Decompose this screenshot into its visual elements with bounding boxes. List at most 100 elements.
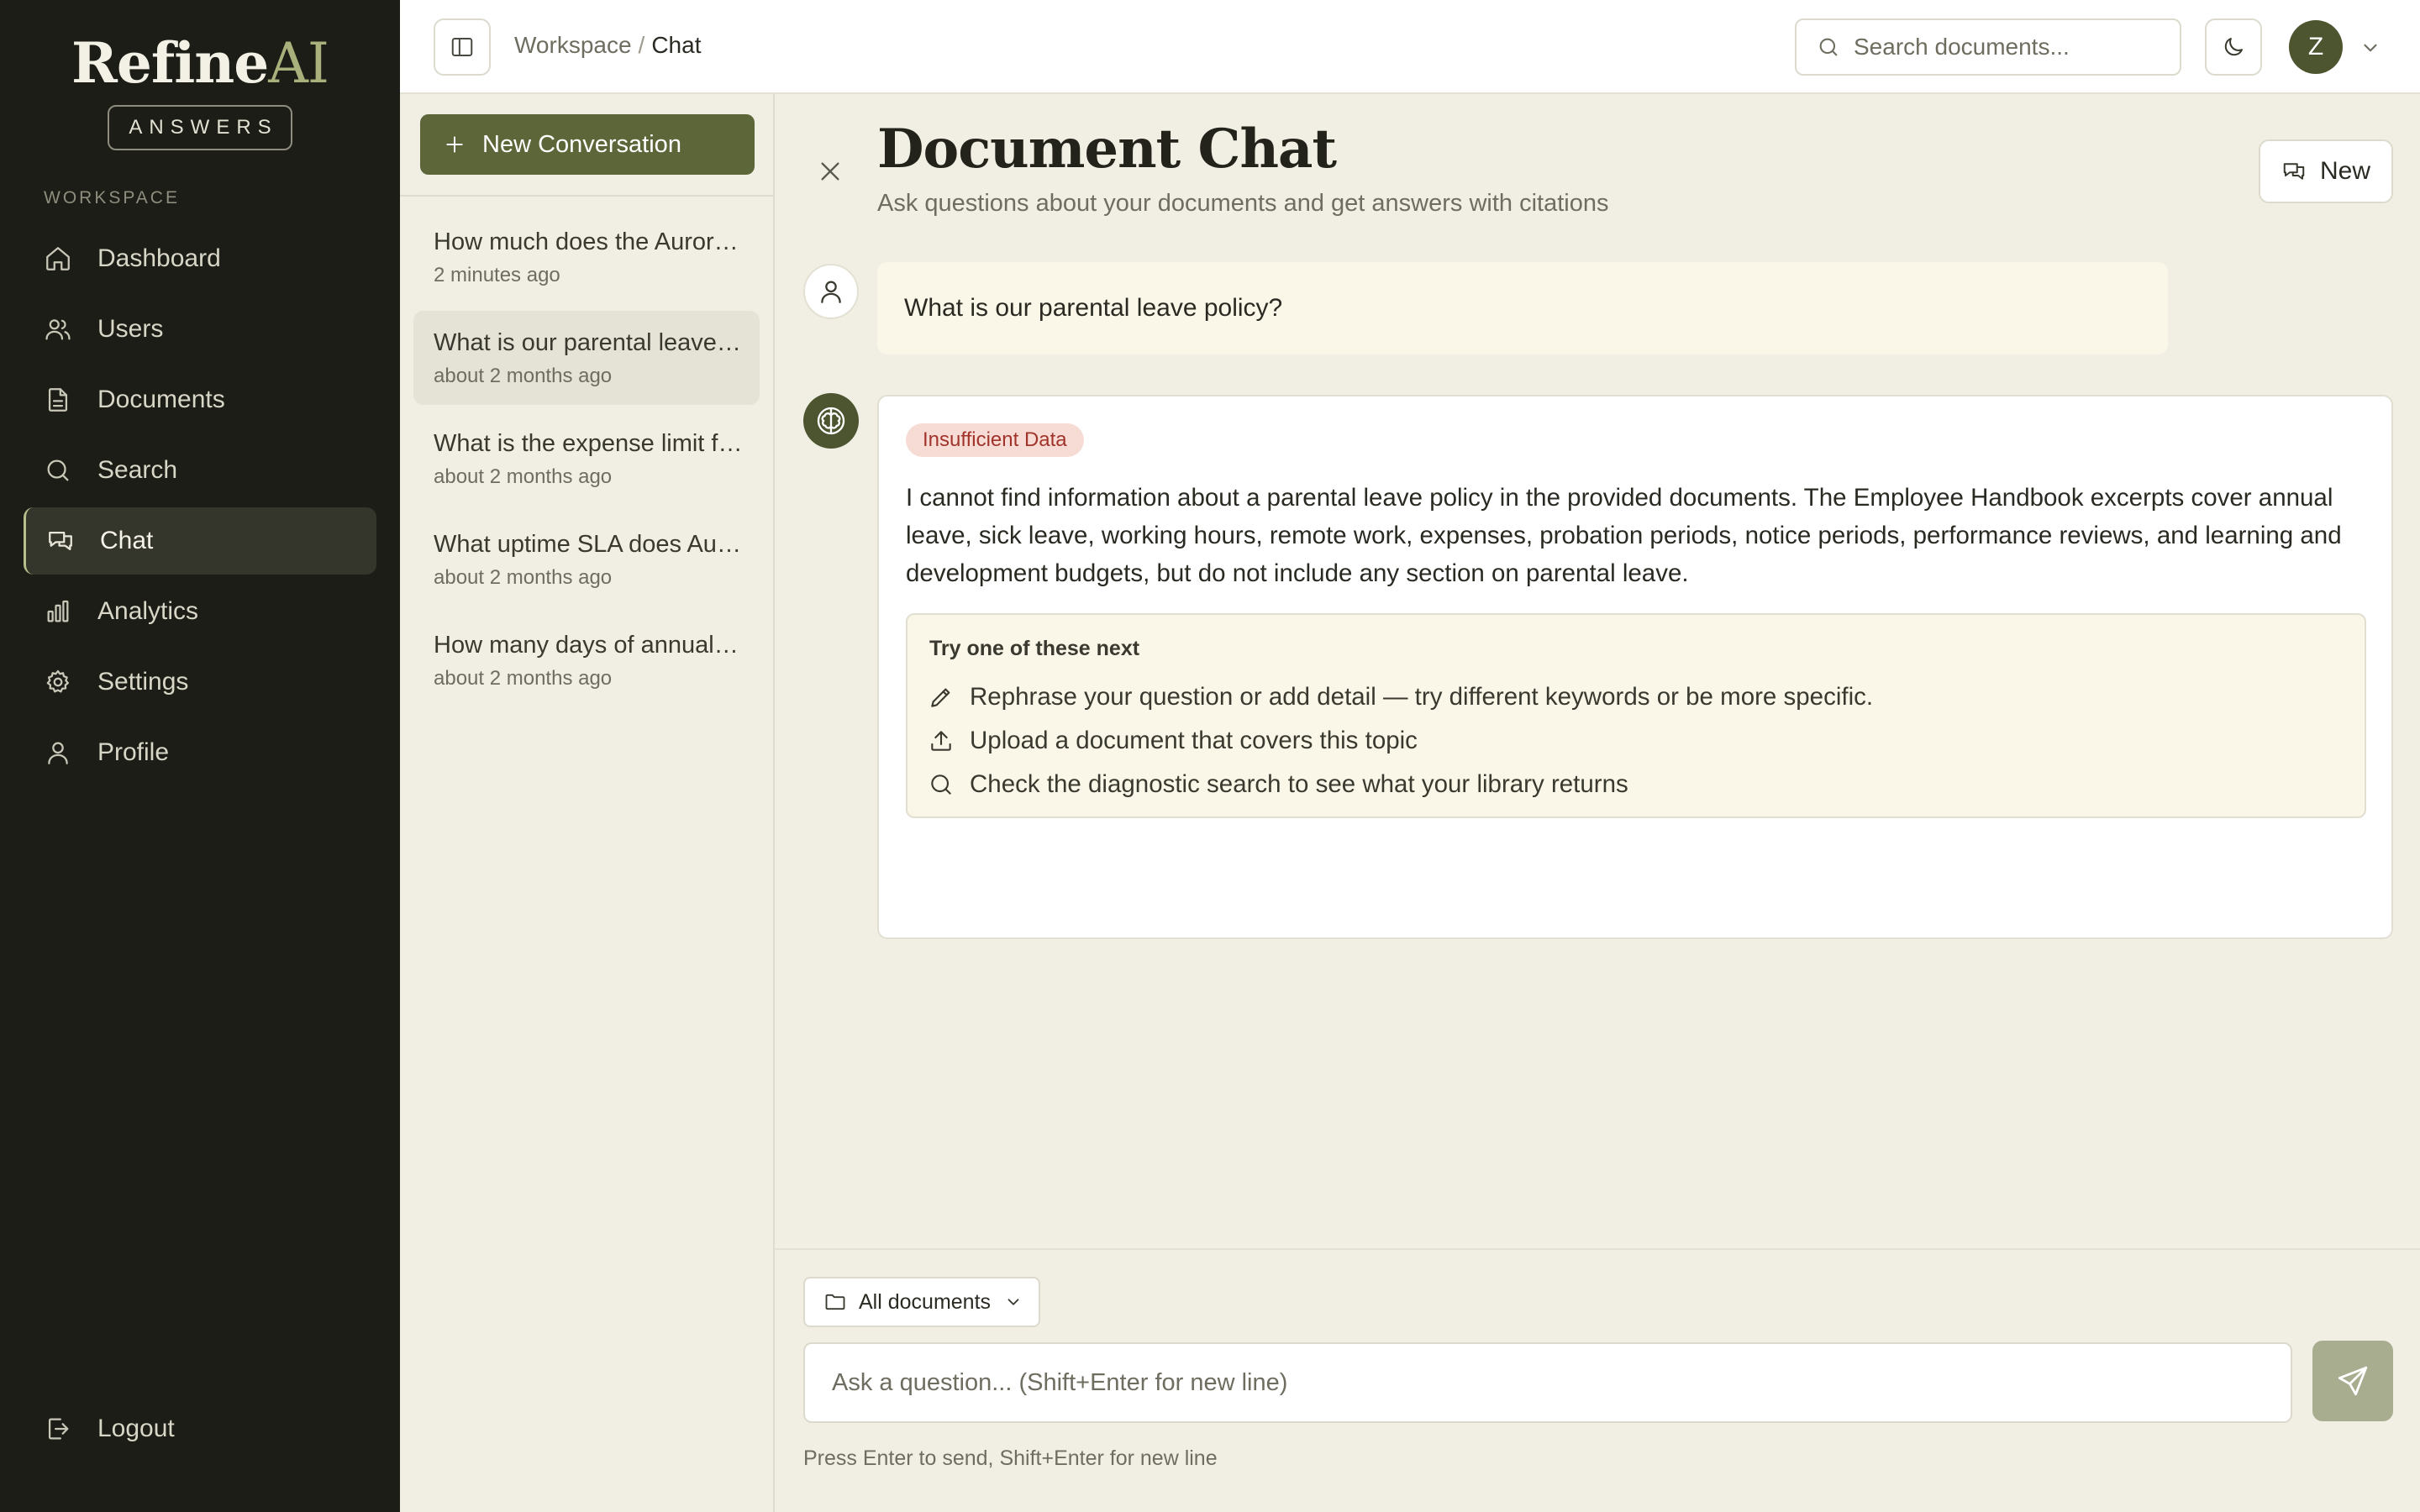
user-avatar [803,264,859,319]
composer-hint: Press Enter to send, Shift+Enter for new… [803,1446,1218,1470]
conversation-title: What uptime SLA does Aurora... [434,531,744,558]
logout-button[interactable]: Logout [44,1415,175,1443]
conversation-title: How many days of annual leave... [434,632,744,659]
brain-icon [817,407,845,435]
suggestion-label: Check the diagnostic search to see what … [970,770,1628,798]
search-icon [931,774,951,795]
breadcrumb-separator: / [638,32,645,58]
sidebar-item-documents[interactable]: Documents [24,366,376,433]
page-title: Document Chat [877,118,1337,181]
conversation-time: about 2 months ago [434,566,613,589]
question-input[interactable] [803,1342,2292,1423]
sidebar-item-label: Search [97,456,178,484]
users-icon [45,319,71,340]
logout-icon [48,1418,69,1440]
breadcrumb-current: Chat [651,32,702,58]
sidebar-item-label: Dashboard [97,244,221,272]
conversation-item[interactable]: What is the expense limit for... about 2… [413,412,760,506]
gear-icon [46,669,70,693]
breadcrumb: Workspace / Chat [514,32,701,59]
suggestion-upload[interactable]: Upload a document that covers this topic [928,719,1873,763]
divider [775,1248,2420,1250]
divider [400,195,773,197]
theme-toggle-button[interactable] [2205,18,2262,76]
new-chat-button[interactable]: New [2259,139,2393,203]
chevron-down-icon[interactable] [2360,37,2381,59]
close-icon[interactable] [817,158,844,185]
document-icon [48,388,68,412]
sidebar: RefineAI ANSWERS WORKSPACE Dashboard Use… [0,0,400,1512]
sidebar-item-chat[interactable]: Chat [24,507,376,575]
nav-section-label: WORKSPACE [44,188,180,207]
conversation-title: What is the expense limit for... [434,430,744,457]
top-bar: Workspace/Chat Z [400,0,2420,94]
bar-chart-icon [47,600,69,622]
conversation-panel: New Conversation How much does the Auror… [400,94,775,1512]
chat-main: Document Chat Ask questions about your d… [775,94,2420,1512]
user-icon [821,281,841,303]
suggestions-box: Try one of these next Rephrase your ques… [906,613,2366,818]
conversation-time: about 2 months ago [434,465,613,488]
conversation-item[interactable]: What uptime SLA does Aurora... about 2 m… [413,512,760,606]
plus-icon [446,136,463,153]
sidebar-item-search[interactable]: Search [24,437,376,504]
conversation-time: 2 minutes ago [434,264,560,286]
send-button[interactable] [2312,1341,2393,1421]
home-icon [46,247,70,270]
user-message: What is our parental leave policy? [877,262,2168,354]
sidebar-item-label: Users [97,315,164,343]
assistant-message: Insufficient Data I cannot find informat… [877,395,2393,939]
sidebar-item-label: Profile [97,738,170,766]
conversation-item[interactable]: How many days of annual leave... about 2… [413,613,760,707]
moon-icon [2224,38,2243,56]
suggestion-diagnostic-search[interactable]: Check the diagnostic search to see what … [928,763,1873,806]
chevron-down-icon [1007,1299,1019,1305]
sidebar-item-users[interactable]: Users [24,296,376,363]
breadcrumb-workspace[interactable]: Workspace [514,32,632,58]
assistant-answer-text: I cannot find information about a parent… [906,484,2342,587]
toggle-panel-button[interactable] [434,18,491,76]
suggestion-label: Rephrase your question or add detail — t… [970,683,1874,711]
user-icon [48,742,68,764]
logout-label: Logout [97,1415,175,1442]
sidebar-item-dashboard[interactable]: Dashboard [24,225,376,292]
sidebar-item-profile[interactable]: Profile [24,719,376,786]
new-conversation-button[interactable]: New Conversation [420,114,755,175]
new-chat-label: New [2319,157,2370,185]
search-box[interactable] [1795,18,2181,76]
status-badge: Insufficient Data [906,423,1084,457]
sidebar-item-label: Settings [97,668,189,696]
document-scope-label: All documents [859,1289,992,1314]
suggestions-title: Try one of these next [929,637,1140,660]
search-input[interactable] [1854,34,2173,60]
sidebar-item-settings[interactable]: Settings [24,648,376,716]
suggestion-label: Upload a document that covers this topic [970,727,1418,754]
conversation-time: about 2 months ago [434,365,613,387]
chat-icon [2283,163,2305,180]
conversation-item-active[interactable]: What is our parental leave policy? about… [413,311,760,405]
sidebar-item-label: Analytics [97,597,199,625]
sidebar-item-label: Documents [97,386,225,413]
suggestions-list: Rephrase your question or add detail — t… [928,675,1873,806]
upload-icon [931,731,951,751]
sidebar-item-analytics[interactable]: Analytics [24,578,376,645]
brand-wordmark: RefineAI [71,30,329,96]
conversation-title: How much does the Aurora... [434,228,744,255]
suggestion-rephrase[interactable]: Rephrase your question or add detail — t… [928,675,1873,719]
document-scope-select[interactable]: All documents [803,1277,1040,1327]
avatar[interactable]: Z [2289,20,2343,74]
search-icon [47,459,69,481]
brand-logo[interactable]: RefineAI ANSWERS [0,30,400,150]
pencil-icon [931,688,950,707]
conversation-item[interactable]: How much does the Aurora... 2 minutes ag… [413,210,760,304]
new-conversation-label: New Conversation [482,130,681,158]
conversation-time: about 2 months ago [434,667,613,690]
folder-icon [825,1294,845,1310]
conversation-list: How much does the Aurora... 2 minutes ag… [413,210,760,714]
search-icon [1819,38,1838,56]
page-subtitle: Ask questions about your documents and g… [877,190,1609,217]
assistant-avatar [803,393,859,449]
brand-tagline: ANSWERS [108,105,292,150]
chat-icon [49,531,72,551]
sidebar-nav: Dashboard Users Documents Search Chat An… [24,225,376,790]
